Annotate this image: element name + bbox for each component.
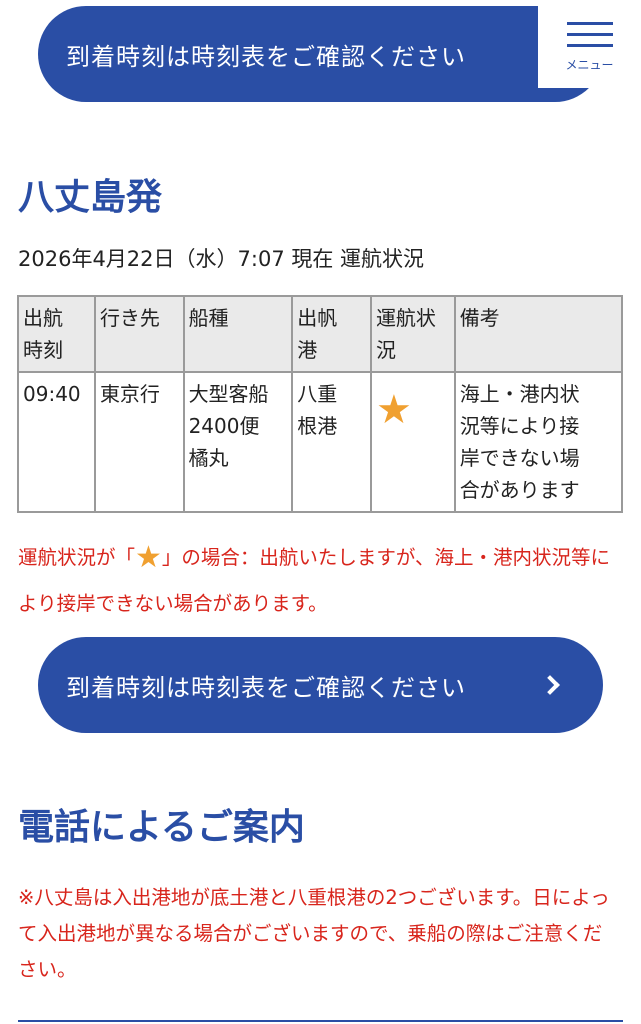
cell-destination: 東京行	[93, 371, 185, 513]
arrival-timetable-button-top[interactable]: 到着時刻は時刻表をご確認ください	[38, 6, 603, 102]
star-icon: ★	[135, 540, 162, 575]
cell-remarks: 海上・港内状 況等により接 岸できない場 合があります	[453, 371, 624, 513]
col-header-remarks: 備考	[453, 295, 624, 373]
arrival-timetable-button[interactable]: 到着時刻は時刻表をご確認ください	[38, 637, 603, 733]
cell-status: ★	[369, 371, 456, 513]
table-row: 09:40 東京行 大型客船 2400便 橘丸 八重 根港 ★ 海上・港内状 況…	[17, 371, 624, 513]
status-timestamp: 2026年4月22日（水）7:07 現在 運航状況	[18, 247, 425, 271]
col-header-ship: 船種	[182, 295, 294, 373]
col-header-status: 運航状 況	[369, 295, 456, 373]
port-note: ※八丈島は入出港地が底土港と八重根港の2つございます。日によって入出港地が異なる…	[18, 886, 610, 982]
col-header-destination: 行き先	[93, 295, 185, 373]
menu-label: メニュー	[565, 58, 614, 72]
hamburger-icon	[566, 22, 613, 48]
arrival-button-label: 到着時刻は時刻表をご確認ください	[66, 673, 466, 702]
arrival-button-label: 到着時刻は時刻表をご確認ください	[66, 42, 466, 71]
departure-table: 出航 時刻 行き先 船種 出帆 港 運航状 況 備考 09:40 東京行 大型客…	[17, 295, 624, 513]
chevron-right-icon	[540, 675, 560, 695]
telephone-section-title: 電話によるご案内	[18, 807, 305, 848]
cell-time: 09:40	[17, 371, 96, 513]
col-header-port: 出帆 港	[291, 295, 372, 373]
table-header-row: 出航 時刻 行き先 船種 出帆 港 運航状 況 備考	[17, 295, 624, 373]
cell-port: 八重 根港	[291, 371, 372, 513]
menu-button[interactable]: メニュー	[538, 4, 641, 88]
col-header-time: 出航 時刻	[17, 295, 96, 373]
star-icon: ★	[375, 387, 412, 433]
departure-section-title: 八丈島発	[18, 177, 163, 218]
section-divider	[18, 1020, 623, 1022]
cell-ship: 大型客船 2400便 橘丸	[182, 371, 294, 513]
status-star-note: 運航状況が「★」の場合：出航いたしますが、海上・港内状況等により接岸できない場合…	[18, 540, 611, 615]
